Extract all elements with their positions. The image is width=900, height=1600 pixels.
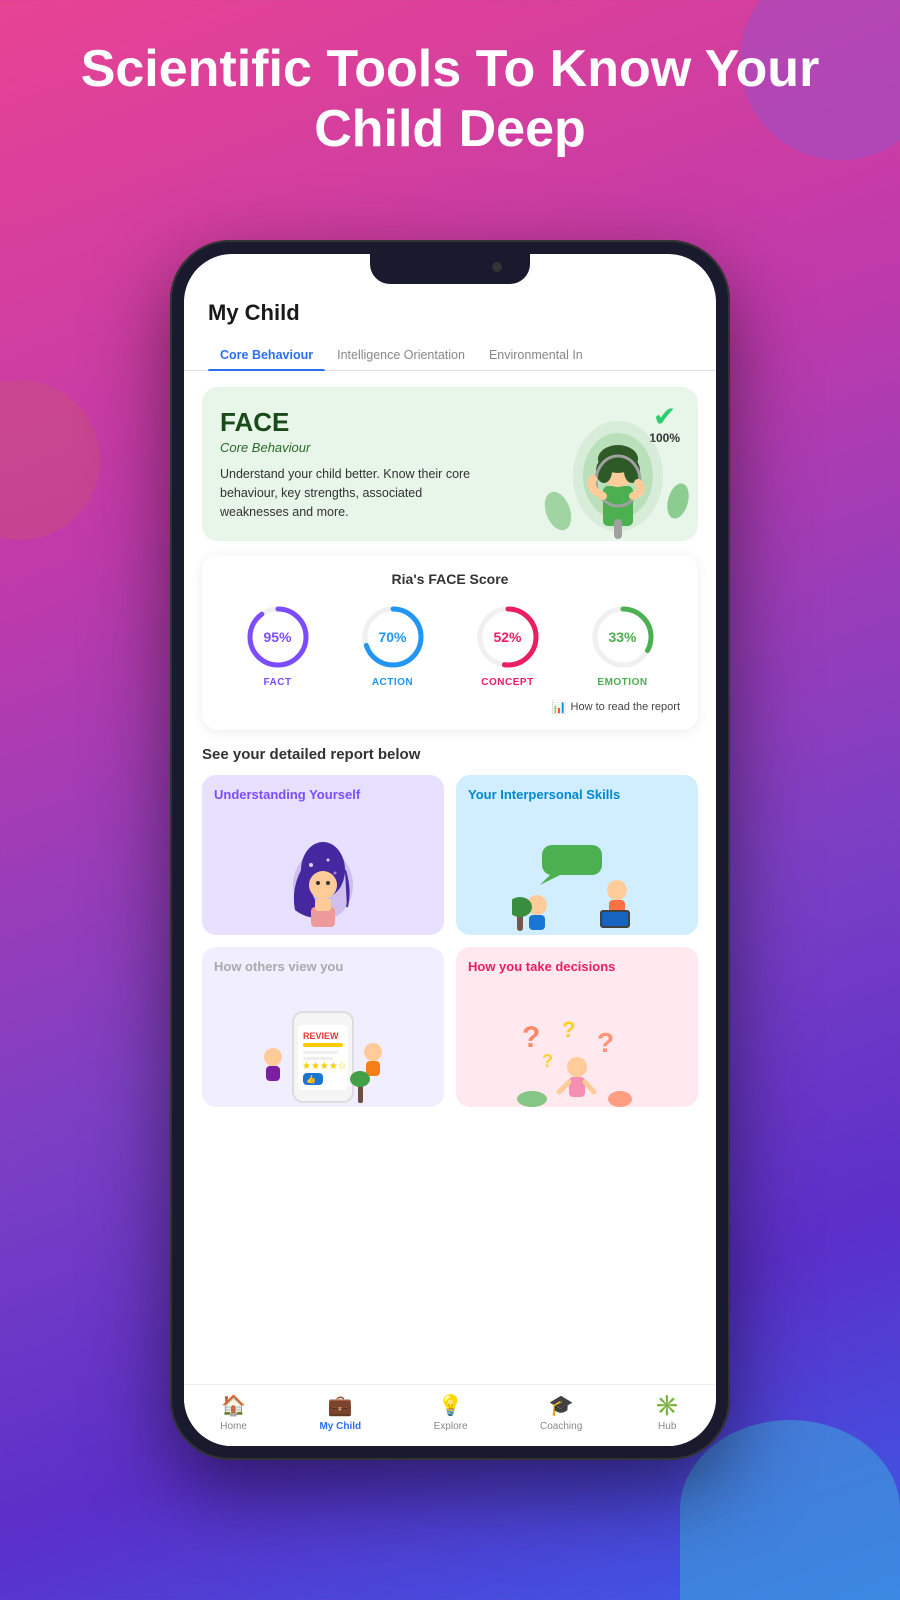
hub-label: Hub: [658, 1421, 676, 1432]
hub-icon: ✳️: [655, 1393, 680, 1418]
circle-concept: 52%: [474, 603, 542, 671]
score-item-emotion: 33% EMOTION: [589, 603, 657, 688]
others-view-title: How others view you: [214, 959, 432, 976]
svg-text:?: ?: [597, 1027, 614, 1058]
concept-value: 52%: [493, 629, 521, 645]
svg-text:★★★★☆: ★★★★☆: [302, 1061, 347, 1072]
face-description: Understand your child better. Know their…: [220, 465, 473, 521]
nav-coaching[interactable]: 🎓 Coaching: [540, 1393, 582, 1432]
phone-screen: My Child Core Behaviour Intelligence Ori…: [184, 254, 716, 1446]
decisions-title: How you take decisions: [468, 959, 686, 976]
score-item-concept: 52% CONCEPT: [474, 603, 542, 688]
action-value: 70%: [378, 629, 406, 645]
explore-icon: 💡: [438, 1393, 463, 1418]
face-card: FACE Core Behaviour Understand your chil…: [202, 387, 698, 541]
nav-home[interactable]: 🏠 Home: [220, 1393, 247, 1432]
my-child-label: My Child: [319, 1421, 361, 1432]
action-label: ACTION: [372, 677, 413, 688]
screen-content: My Child Core Behaviour Intelligence Ori…: [184, 284, 716, 1446]
hero-title: Scientific Tools To Know Your Child Deep: [0, 40, 900, 160]
nav-hub[interactable]: ✳️ Hub: [655, 1393, 680, 1432]
report-grid: Understanding Yourself: [202, 775, 698, 1107]
emotion-label: EMOTION: [597, 677, 647, 688]
coaching-icon: 🎓: [549, 1393, 574, 1418]
report-card-others-view[interactable]: How others view you REVIEW: [202, 947, 444, 1107]
circle-action: 70%: [359, 603, 427, 671]
home-label: Home: [220, 1421, 247, 1432]
score-circles: 95% FACT 70%: [220, 603, 680, 688]
circle-fact: 95%: [244, 603, 312, 671]
nav-my-child[interactable]: 💼 My Child: [319, 1393, 361, 1432]
tabs-bar: Core Behaviour Intelligence Orientation …: [184, 330, 716, 371]
coaching-label: Coaching: [540, 1421, 582, 1432]
score-card: Ria's FACE Score 95% FACT: [202, 555, 698, 730]
tab-intelligence-orientation[interactable]: Intelligence Orientation: [325, 340, 477, 370]
svg-text:?: ?: [542, 1051, 553, 1071]
decisions-illustration: ? ? ? ?: [456, 997, 698, 1107]
phone-notch: [370, 254, 530, 284]
understanding-title: Understanding Yourself: [214, 787, 432, 804]
bottom-nav: 🏠 Home 💼 My Child 💡 Explore 🎓 Coaching ✳…: [184, 1384, 716, 1446]
report-heading: See your detailed report below: [202, 746, 698, 763]
phone-frame: My Child Core Behaviour Intelligence Ori…: [170, 240, 730, 1460]
report-footer-text: How to read the report: [571, 701, 680, 713]
face-illustration: [538, 411, 698, 541]
emotion-value: 33%: [608, 629, 636, 645]
score-item-action: 70% ACTION: [359, 603, 427, 688]
interpersonal-title: Your Interpersonal Skills: [468, 787, 686, 804]
explore-label: Explore: [434, 1421, 468, 1432]
svg-text:👍: 👍: [306, 1074, 316, 1084]
fact-value: 95%: [263, 629, 291, 645]
bg-blob-left: [0, 380, 100, 540]
tab-core-behaviour[interactable]: Core Behaviour: [208, 340, 325, 370]
my-child-icon: 💼: [328, 1393, 353, 1418]
score-item-fact: 95% FACT: [244, 603, 312, 688]
score-footer[interactable]: 📊 How to read the report: [220, 700, 680, 714]
svg-text:?: ?: [522, 1021, 540, 1054]
report-info-icon: 📊: [552, 700, 567, 714]
others-view-illustration: REVIEW ★★★★☆ 👍: [202, 997, 444, 1107]
camera-icon: [492, 262, 502, 272]
report-card-interpersonal[interactable]: Your Interpersonal Skills: [456, 775, 698, 935]
concept-label: CONCEPT: [481, 677, 533, 688]
circle-emotion: 33%: [589, 603, 657, 671]
tab-environmental[interactable]: Environmental In: [477, 340, 595, 370]
report-card-understanding[interactable]: Understanding Yourself: [202, 775, 444, 935]
svg-text:REVIEW: REVIEW: [303, 1031, 339, 1041]
main-scroll[interactable]: FACE Core Behaviour Understand your chil…: [184, 371, 716, 1384]
score-title: Ria's FACE Score: [220, 571, 680, 587]
fact-label: FACT: [263, 677, 291, 688]
report-card-decisions[interactable]: How you take decisions ? ? ? ?: [456, 947, 698, 1107]
app-header: My Child: [184, 284, 716, 326]
nav-explore[interactable]: 💡 Explore: [434, 1393, 468, 1432]
understanding-illustration: [202, 825, 444, 935]
bg-blob-bottom-right: [680, 1420, 900, 1600]
interpersonal-illustration: [456, 825, 698, 935]
svg-text:?: ?: [562, 1017, 575, 1042]
home-icon: 🏠: [221, 1393, 246, 1418]
